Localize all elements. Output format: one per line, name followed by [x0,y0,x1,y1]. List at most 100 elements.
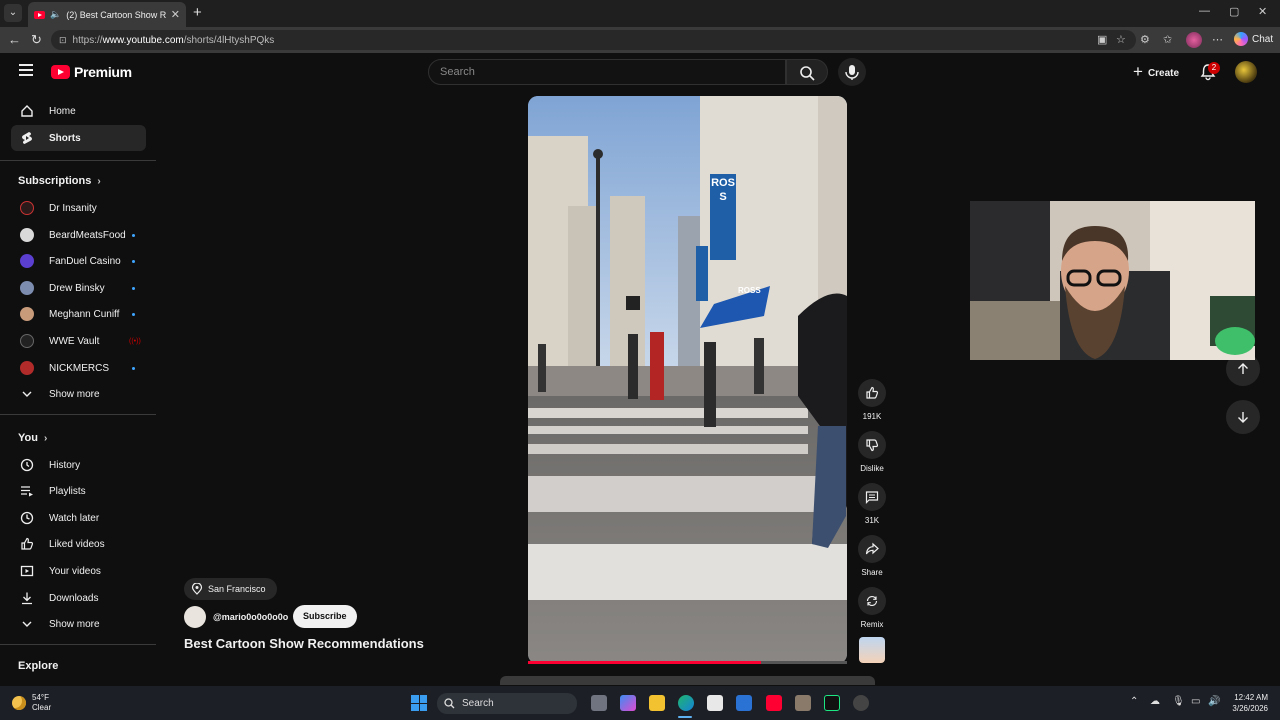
new-tab-button[interactable]: + [193,4,202,21]
favorites-icon[interactable]: ✩ [1163,33,1172,46]
app-icon[interactable] [853,695,869,711]
arrow-down-icon [1238,412,1248,423]
sidebar-item-subscription[interactable]: BeardMeatsFood [11,222,146,248]
short-title[interactable]: Best Cartoon Show Recommendations [184,636,424,651]
file-explorer-icon[interactable] [649,695,665,711]
subscriptions-heading-text: Subscriptions [18,175,92,187]
onedrive-icon[interactable]: ☁ [1150,696,1160,707]
next-short-button[interactable] [1226,400,1260,434]
sidebar-item-history[interactable]: History [11,452,146,478]
sidebar-item-label: NICKMERCS [49,362,110,374]
chevron-down-icon [20,387,34,401]
tab-list-button[interactable]: ⌄ [4,4,22,22]
favorite-star-icon[interactable]: ☆ [1116,33,1126,46]
thumbs-up-icon [866,386,879,399]
close-tab-icon[interactable]: ✕ [171,8,180,21]
sidebar-item-label: Drew Binsky [49,282,105,294]
explore-heading: Explore [18,660,58,672]
remix-button[interactable] [858,587,886,615]
short-video-player[interactable]: ROSS ROSS [528,96,847,664]
sidebar-item-subscription[interactable]: Dr Insanity [11,195,146,221]
volume-icon[interactable]: 🔊 [1208,696,1220,707]
dislike-button[interactable] [858,431,886,459]
share-action[interactable]: Share [858,535,886,577]
extensions-icon[interactable]: ⚙ [1140,33,1150,46]
sidebar-item-playlists[interactable]: Playlists [11,478,146,504]
comment-count: 31K [864,516,880,525]
sidebar-item-subscription[interactable]: WWE Vault ((•)) [11,328,146,354]
display-icon[interactable]: ▭ [1191,696,1200,707]
subscribe-button[interactable]: Subscribe [293,605,357,628]
plus-icon: + [1133,62,1143,81]
sidebar-item-subscription[interactable]: Meghann Cuniff [11,301,146,327]
like-action[interactable]: 191K [858,379,886,421]
show-hidden-icons[interactable]: ⌃ [1130,696,1138,707]
taskbar-search[interactable]: Search [437,693,577,714]
youtube-premium-logo[interactable]: Premium [51,64,132,80]
copilot-chat-button[interactable]: Chat [1234,32,1273,46]
notification-count-badge: 2 [1208,62,1220,74]
youtube-app-icon[interactable] [766,695,782,711]
comments-button[interactable] [858,483,886,511]
youtube-favicon-icon [34,10,45,19]
task-view-icon[interactable] [591,695,607,711]
remix-action[interactable]: Remix [858,587,886,629]
subscriptions-show-more[interactable]: Show more [11,381,146,407]
video-progress-bar[interactable] [528,661,761,664]
subscriptions-heading[interactable]: Subscriptions › [18,175,101,187]
dislike-action[interactable]: Dislike [858,431,886,473]
refresh-icon[interactable]: ↻ [31,32,42,48]
create-button[interactable]: + Create [1133,62,1179,82]
hulu-icon[interactable] [824,695,840,711]
sidebar-item-downloads[interactable]: Downloads [11,585,146,611]
more-menu-icon[interactable]: ⋯ [1212,33,1223,46]
share-arrow-icon [865,542,879,555]
webcam-overlay [970,201,1255,360]
search-button[interactable] [786,59,828,85]
weather-widget[interactable]: 54°F Clear [12,693,51,713]
sidebar-item-label: Dr Insanity [49,202,97,214]
copilot-app-icon[interactable] [620,695,636,711]
sidebar-item-your-videos[interactable]: Your videos [11,558,146,584]
reader-view-icon[interactable]: ▣ [1097,33,1107,46]
back-icon[interactable]: ← [8,32,21,47]
you-show-more[interactable]: Show more [11,611,146,637]
url-field[interactable]: ⊡ https://www.youtube.com/shorts/4lHtysh… [51,30,1136,50]
browser-tab[interactable]: 🔈 (2) Best Cartoon Show Recom ✕ [28,2,186,27]
microsoft-store-icon[interactable] [707,695,723,711]
speaker-icon[interactable]: 🔈 [50,9,61,20]
app-icon[interactable] [795,695,811,711]
location-chip[interactable]: San Francisco [184,578,277,600]
browser-profile-avatar[interactable] [1186,32,1202,48]
remix-icon [866,595,878,607]
sidebar-item-home[interactable]: Home [11,98,146,124]
share-button[interactable] [858,535,886,563]
location-label: San Francisco [208,584,266,594]
windows-start-icon[interactable] [411,695,427,711]
comments-action[interactable]: 31K [858,483,886,525]
edge-browser-icon[interactable] [678,695,694,711]
channel-avatar[interactable] [184,606,206,628]
microphone-tray-icon[interactable]: 🎙 [1172,696,1185,707]
search-input[interactable]: Search [428,59,786,85]
sidebar-item-subscription[interactable]: FanDuel Casino [11,248,146,274]
like-button[interactable] [858,379,886,407]
close-window-button[interactable]: ✕ [1258,5,1267,18]
guide-menu-icon[interactable] [19,64,33,79]
sidebar-item-liked-videos[interactable]: Liked videos [11,531,146,557]
maximize-button[interactable]: ▢ [1229,5,1239,18]
sidebar-item-watch-later[interactable]: Watch later [11,505,146,531]
sidebar-item-shorts[interactable]: Shorts [11,125,146,151]
system-clock[interactable]: 12:42 AM 3/26/2026 [1224,692,1268,714]
voice-search-button[interactable] [838,58,866,86]
sidebar-item-subscription[interactable]: Drew Binsky [11,275,146,301]
you-heading[interactable]: You › [18,432,47,444]
mail-icon[interactable] [736,695,752,711]
account-avatar[interactable] [1235,61,1257,83]
channel-avatar [20,254,34,268]
sound-thumbnail[interactable] [859,637,885,663]
sidebar-item-subscription[interactable]: NICKMERCS [11,355,146,381]
minimize-button[interactable]: — [1199,5,1210,17]
channel-handle[interactable]: @mario0o0o0o0o [213,612,288,622]
page-info-icon[interactable]: ⊡ [59,35,67,46]
